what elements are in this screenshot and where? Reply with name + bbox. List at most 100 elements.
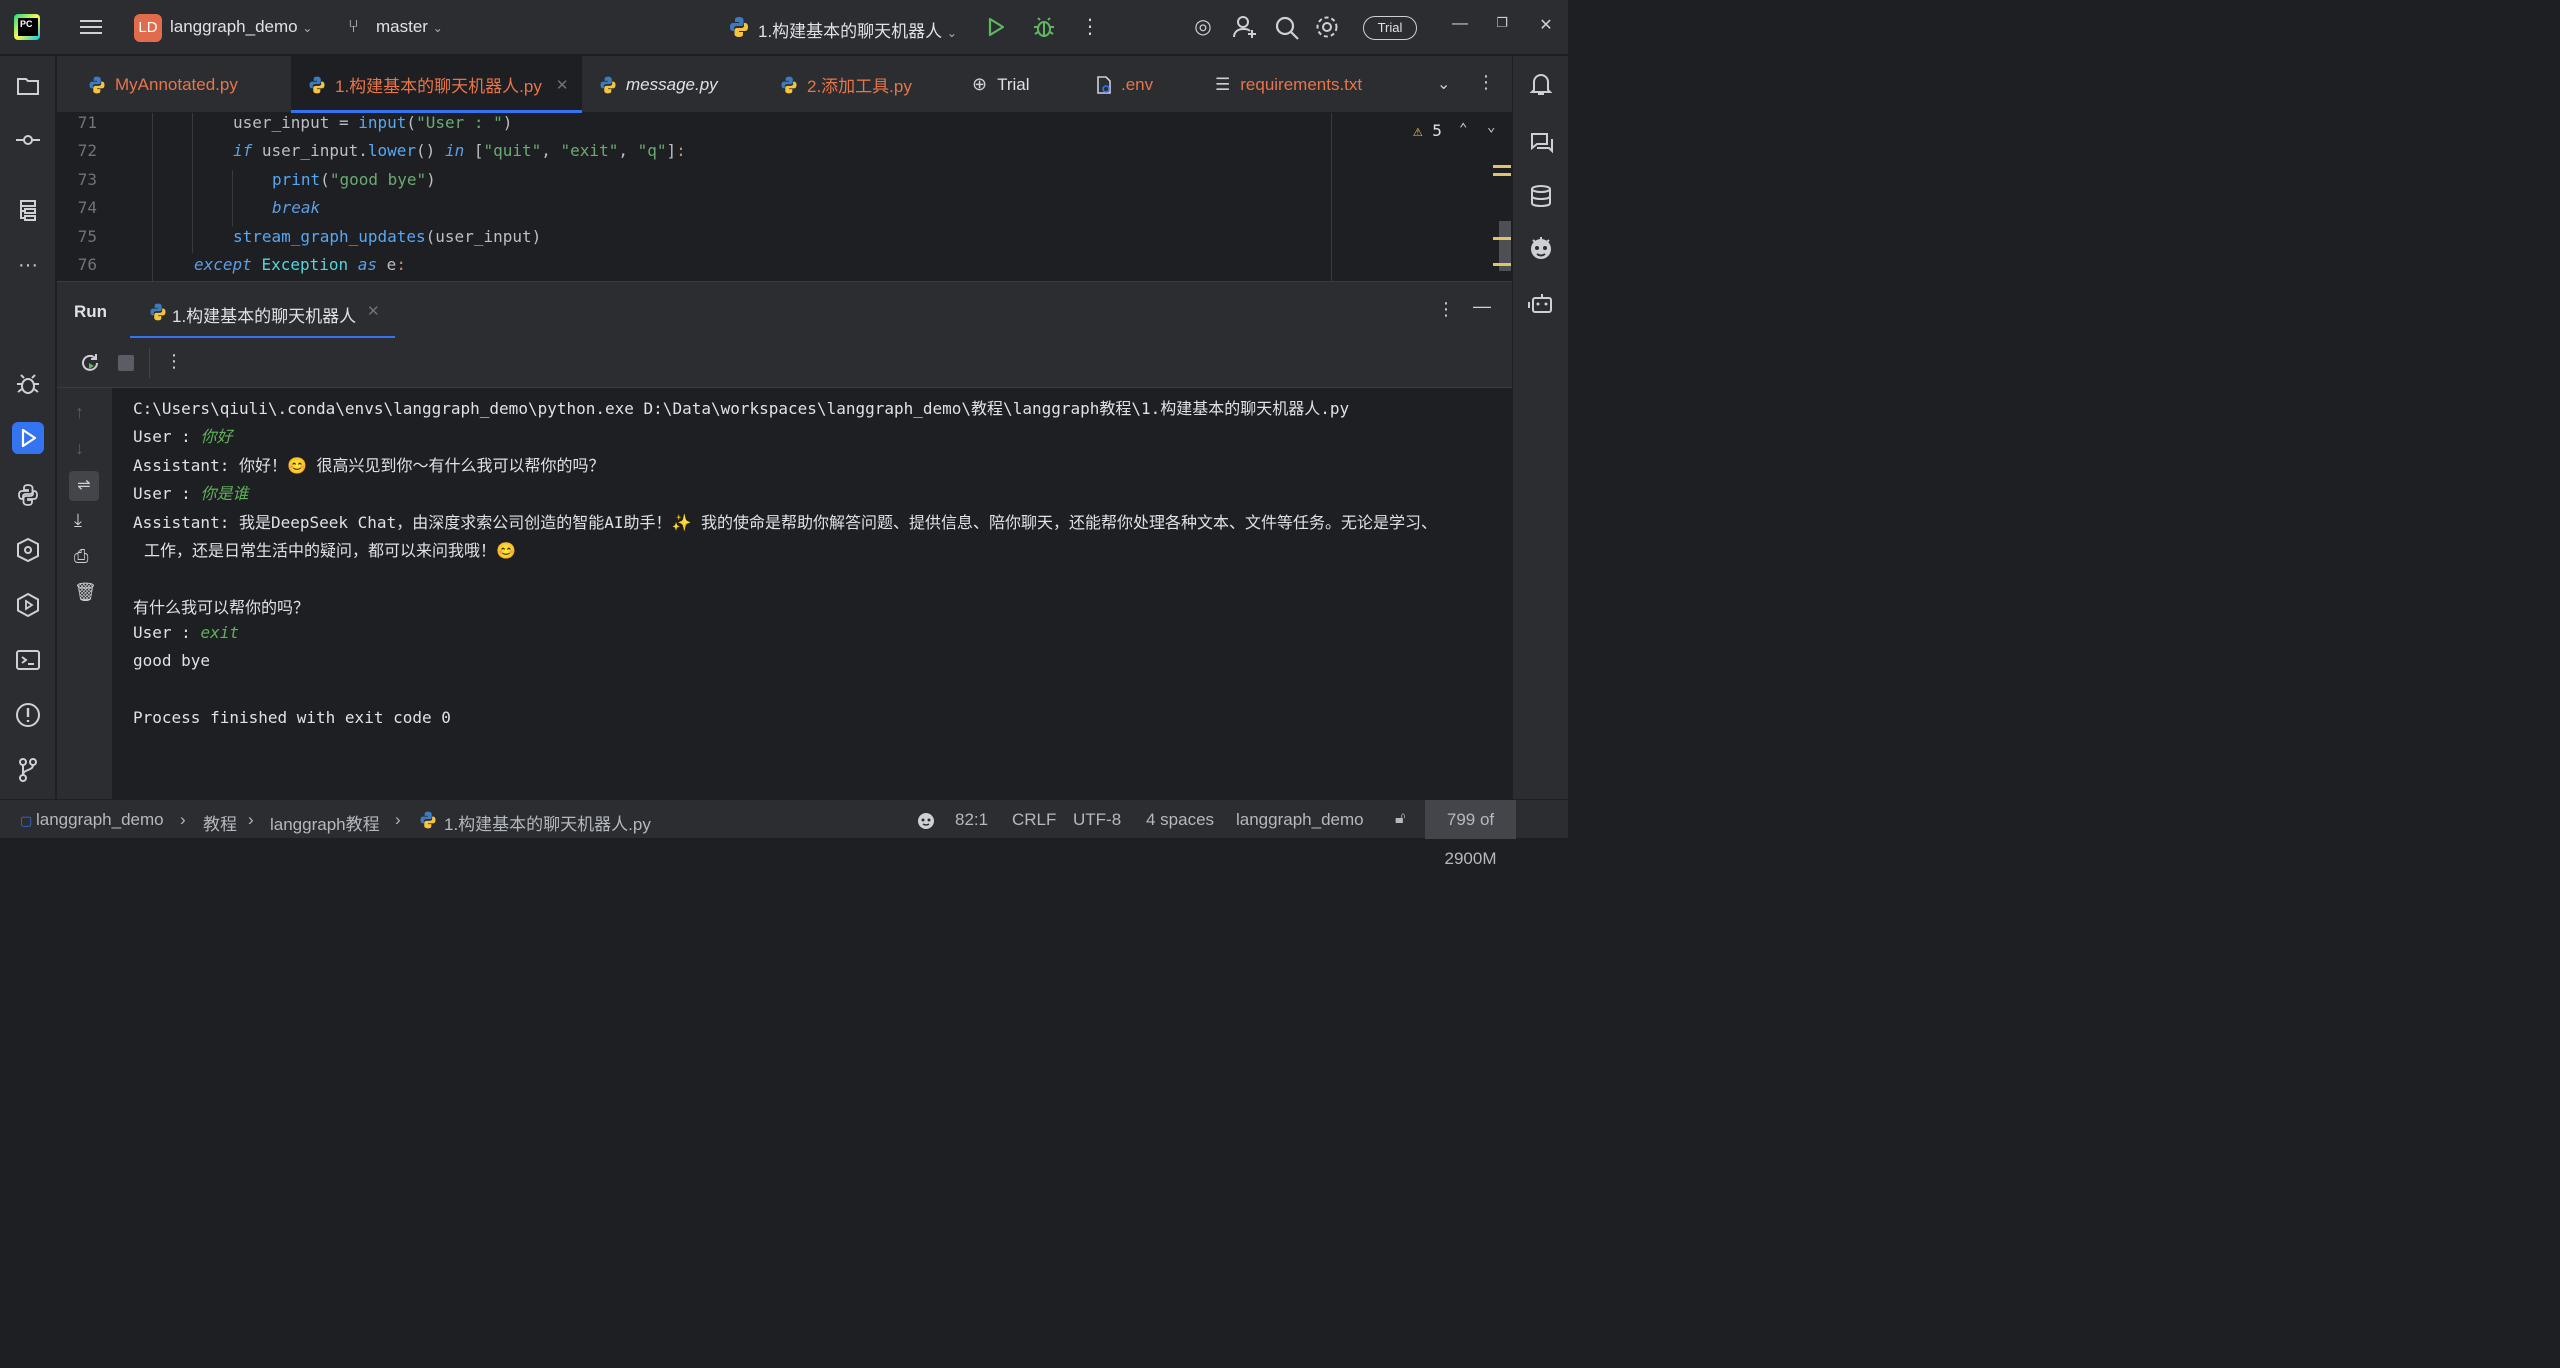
run-config-selector[interactable]: 1.构建基本的聊天机器人 ⌄ [758, 17, 957, 42]
code-editor[interactable]: 71 72 73 74 75 76 user_input = input("Us… [57, 113, 1512, 281]
trial-button[interactable]: Trial [1363, 16, 1417, 40]
tab-label: requirements.txt [1240, 74, 1363, 94]
breadcrumb-item[interactable]: langgraph_demo [36, 810, 164, 830]
chevron-down-icon: ⌄ [946, 26, 957, 40]
run-tab-label: 1.构建基本的聊天机器人 [172, 307, 357, 326]
line-number: 76 [77, 255, 97, 274]
debug-icon[interactable] [1032, 15, 1056, 39]
run-toolbar-more-icon[interactable]: ⋮ [165, 351, 183, 372]
code-line: print("good bye") [272, 170, 436, 189]
tab-label: MyAnnotated.py [115, 74, 238, 94]
database-icon[interactable] [1525, 180, 1557, 212]
more-horizontal-icon[interactable]: ··· [12, 249, 44, 281]
ai-assistant-icon[interactable]: ◎ [1189, 13, 1217, 41]
branch-selector[interactable]: master ⌄ [376, 17, 443, 37]
notifications-bell-icon[interactable] [1525, 68, 1557, 100]
ai-chat-icon[interactable] [1525, 126, 1557, 158]
stop-icon[interactable] [118, 355, 134, 371]
close-run-tab-icon[interactable]: ✕ [367, 302, 380, 320]
status-bar: ▢ langgraph_demo › 教程 › langgraph教程 › 1.… [0, 799, 1568, 868]
tab-label: Trial [997, 74, 1030, 94]
run-panel-more-icon[interactable]: ⋮ [1437, 299, 1455, 320]
restore-window-icon[interactable]: ❐ [1490, 15, 1514, 31]
warning-icon: ⚠ [1413, 121, 1423, 140]
caret-position[interactable]: 82:1 [955, 810, 988, 830]
line-ending[interactable]: CRLF [1012, 810, 1056, 830]
breadcrumb-separator-icon: › [395, 810, 401, 829]
run-icon[interactable] [985, 16, 1007, 38]
tab-message[interactable]: message.py [584, 56, 764, 113]
version-control-icon[interactable] [12, 754, 44, 786]
python-interpreter[interactable]: langgraph_demo [1236, 810, 1364, 830]
ai-robot-icon[interactable] [1525, 288, 1557, 320]
add-user-icon[interactable] [1232, 14, 1258, 40]
chevron-down-icon: ⌄ [302, 21, 313, 35]
run-config-name: 1.构建基本的聊天机器人 [758, 22, 943, 41]
run-tool-icon[interactable] [12, 422, 44, 454]
mascot-status-icon[interactable] [915, 809, 937, 831]
console-line: good bye [133, 651, 211, 670]
tab-requirements[interactable]: ☰ requirements.txt [1202, 56, 1412, 113]
line-number: 71 [77, 113, 97, 132]
services-icon[interactable] [12, 589, 44, 621]
breadcrumb-item[interactable]: 1.构建基本的聊天机器人.py [444, 810, 651, 835]
structure-icon[interactable] [12, 194, 44, 226]
python-console-icon[interactable] [12, 534, 44, 566]
main-menu-icon[interactable] [80, 16, 102, 38]
more-vertical-icon[interactable]: ⋮ [1076, 13, 1104, 41]
indent-setting[interactable]: 4 spaces [1146, 810, 1214, 830]
env-file-icon [1097, 75, 1111, 94]
run-toolbar: ⋮ [57, 338, 1512, 388]
tab-chatbot[interactable]: 1.构建基本的聊天机器人.py ✕ [291, 56, 582, 113]
python-file-icon [600, 76, 616, 93]
file-encoding[interactable]: UTF-8 [1073, 810, 1121, 830]
project-folder-icon[interactable] [12, 70, 44, 102]
text-file-icon: ☰ [1215, 74, 1231, 94]
scroll-up-icon[interactable]: ↑ [75, 402, 84, 423]
python-file-icon [420, 811, 436, 829]
close-tab-icon[interactable]: ✕ [556, 76, 569, 94]
soft-wrap-icon[interactable]: ⇌ [69, 471, 99, 501]
tabs-overflow-chevron-icon[interactable]: ⌄ [1437, 74, 1450, 94]
console-line: User : 你是谁 [133, 484, 249, 503]
scroll-to-end-icon[interactable]: ⤓ [74, 510, 82, 531]
rerun-icon[interactable] [79, 352, 101, 374]
print-icon[interactable]: ⎙ [74, 546, 88, 567]
terminal-icon[interactable] [12, 644, 44, 676]
minimize-window-icon[interactable]: — [1448, 15, 1472, 33]
run-tab[interactable]: 1.构建基本的聊天机器人 ✕ [130, 282, 395, 339]
search-icon[interactable] [1274, 15, 1300, 41]
debug-bug-icon[interactable] [12, 368, 44, 400]
python-icon [150, 303, 166, 321]
tabs-more-icon[interactable]: ⋮ [1477, 72, 1495, 93]
commit-icon[interactable] [12, 124, 44, 156]
project-selector[interactable]: langgraph_demo ⌄ [170, 17, 312, 37]
mascot-plugin-icon[interactable] [1525, 232, 1557, 264]
console-line: Assistant: 我是DeepSeek Chat，由深度求索公司创造的智能A… [133, 513, 1438, 532]
breadcrumb-item[interactable]: 教程 [203, 810, 237, 835]
warnings-indicator[interactable]: ⚠ 5 [1413, 121, 1442, 140]
settings-gear-icon[interactable] [1314, 14, 1340, 40]
clear-trash-icon[interactable]: 🗑 [74, 582, 97, 603]
code-line: user_input = input("User : ") [233, 113, 513, 132]
memory-indicator[interactable]: 799 of 2900M [1425, 800, 1516, 868]
python-icon [730, 17, 748, 37]
console-line: Assistant: 你好！😊 很高兴见到你～有什么我可以帮你的吗？ [133, 456, 605, 475]
breadcrumb-item[interactable]: langgraph教程 [270, 810, 380, 835]
project-badge[interactable]: LD [134, 14, 162, 42]
python-packages-icon[interactable] [12, 479, 44, 511]
scroll-down-icon[interactable]: ↓ [75, 438, 84, 459]
tab-trial[interactable]: ⊕ Trial [957, 56, 1067, 113]
problems-icon[interactable] [12, 699, 44, 731]
user-input-text: 你好 [200, 427, 233, 446]
tab-add-tools[interactable]: 2.添加工具.py [764, 56, 944, 113]
previous-warning-icon[interactable]: ⌃ [1459, 121, 1467, 137]
close-window-icon[interactable]: ✕ [1534, 15, 1558, 35]
console-output[interactable]: C:\Users\qiuli\.conda\envs\langgraph_dem… [112, 388, 1512, 799]
hide-panel-icon[interactable]: — [1473, 296, 1491, 317]
tab-myannotated[interactable]: MyAnnotated.py [87, 56, 319, 113]
next-warning-icon[interactable]: ⌄ [1487, 119, 1495, 135]
tab-env[interactable]: .env [1082, 56, 1187, 113]
unlock-icon[interactable]: 🔓︎ [1395, 810, 1405, 828]
console-line: 有什么我可以帮你的吗？ [133, 598, 310, 617]
